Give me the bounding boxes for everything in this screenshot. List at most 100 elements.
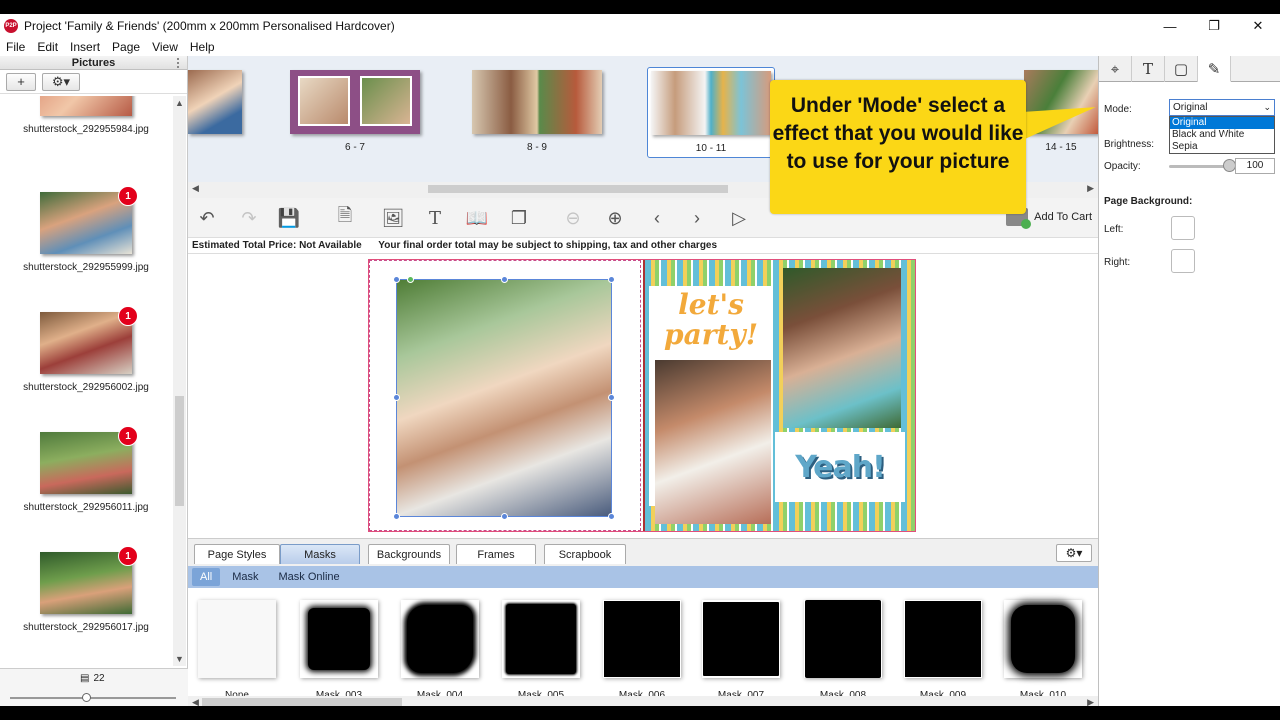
tab-frames[interactable]: Frames xyxy=(456,544,536,564)
opacity-input[interactable]: 100 xyxy=(1235,158,1275,174)
mask-item-none[interactable]: None xyxy=(198,600,276,701)
tab-crop[interactable]: ⌖ xyxy=(1099,56,1132,82)
photo-mother-daughter[interactable] xyxy=(783,268,901,428)
duplicate-button[interactable]: ❐ xyxy=(506,206,532,230)
pictures-header: Pictures xyxy=(0,56,187,70)
zoom-out-button[interactable]: ⊖ xyxy=(560,206,586,230)
mask-item[interactable]: Mask_010 xyxy=(1004,600,1082,701)
mask-item[interactable]: Mask_008 xyxy=(804,600,882,701)
resize-handle[interactable] xyxy=(608,394,615,401)
redo-button[interactable]: ↷ xyxy=(236,206,262,230)
minimize-button[interactable]: — xyxy=(1148,14,1192,38)
menu-file[interactable]: File xyxy=(0,40,31,54)
mask-ink xyxy=(1011,605,1075,673)
left-background-color[interactable] xyxy=(1171,216,1195,240)
next-page-button[interactable]: › xyxy=(684,206,710,230)
pictures-settings-button[interactable]: ⚙▾ xyxy=(42,72,80,91)
menu-edit[interactable]: Edit xyxy=(31,40,64,54)
scroll-left-icon[interactable]: ◀ xyxy=(192,697,199,706)
list-item[interactable]: 1 shutterstock_292956002.jpg xyxy=(0,306,172,393)
resize-handle[interactable] xyxy=(393,394,400,401)
scrollbar-thumb[interactable] xyxy=(175,396,184,506)
thumbnail-size-slider[interactable] xyxy=(10,697,176,699)
save-button[interactable]: 💾 xyxy=(276,206,302,230)
resize-handle[interactable] xyxy=(501,513,508,520)
right-page[interactable]: let's party! Yeah! xyxy=(643,260,915,531)
resize-handle[interactable] xyxy=(501,276,508,283)
resize-handle[interactable] xyxy=(393,276,400,283)
filter-all[interactable]: All xyxy=(192,568,221,586)
add-picture-button[interactable]: + xyxy=(6,72,36,91)
right-background-color[interactable] xyxy=(1171,249,1195,273)
filter-mask-online[interactable]: Mask Online xyxy=(271,568,348,586)
scroll-right-icon[interactable]: ▶ xyxy=(1087,697,1094,706)
mode-select[interactable]: Original ⌄ xyxy=(1169,99,1275,116)
insert-page-button[interactable]: 📖 xyxy=(464,206,490,230)
tab-text[interactable]: T xyxy=(1132,56,1165,82)
tab-masks[interactable]: Masks xyxy=(280,544,360,564)
resize-handle[interactable] xyxy=(608,276,615,283)
resize-handle[interactable] xyxy=(608,513,615,520)
tabs-settings-button[interactable]: ⚙▾ xyxy=(1056,544,1092,562)
spread-thumbnail[interactable] xyxy=(188,70,242,142)
mode-option-original[interactable]: Original xyxy=(1170,117,1274,129)
yeah-sticker[interactable]: Yeah! xyxy=(795,450,886,485)
mask-item[interactable]: Mask_006 xyxy=(603,600,681,701)
add-image-button[interactable]: 🖼 xyxy=(380,206,406,230)
spread-thumbnail[interactable]: 6 - 7 xyxy=(290,70,420,153)
scroll-right-icon[interactable]: ▶ xyxy=(1087,183,1094,194)
spread-image xyxy=(472,70,602,134)
mask-item[interactable]: Mask_004 xyxy=(401,600,479,701)
mask-item[interactable]: Mask_005 xyxy=(502,600,580,701)
photo-mother-baby[interactable] xyxy=(655,360,771,524)
mask-ink xyxy=(703,602,779,676)
resize-handle[interactable] xyxy=(393,513,400,520)
menu-help[interactable]: Help xyxy=(184,40,221,54)
chevron-right-icon: › xyxy=(694,207,700,228)
previous-page-button[interactable]: ‹ xyxy=(644,206,670,230)
selected-photo[interactable] xyxy=(393,276,615,520)
add-text-button[interactable]: T xyxy=(422,206,448,230)
scroll-down-icon[interactable]: ▼ xyxy=(175,654,184,664)
tab-frame[interactable]: ▢ xyxy=(1165,56,1198,82)
menu-insert[interactable]: Insert xyxy=(64,40,106,54)
undo-button[interactable]: ↶ xyxy=(194,206,220,230)
lets-party-sticker[interactable]: let's party! xyxy=(655,290,767,360)
slider-knob[interactable] xyxy=(82,693,91,702)
scroll-up-icon[interactable]: ▲ xyxy=(175,98,184,108)
rotate-handle[interactable] xyxy=(407,276,414,283)
panel-grip-icon[interactable] xyxy=(177,58,183,68)
list-item[interactable]: 1 shutterstock_292955999.jpg xyxy=(0,186,172,273)
zoom-in-icon: ⊕ xyxy=(607,207,623,228)
mask-item[interactable]: Mask_009 xyxy=(904,600,982,701)
filter-mask[interactable]: Mask xyxy=(224,568,266,586)
list-item[interactable]: 1 shutterstock_292956017.jpg xyxy=(0,546,172,633)
tab-backgrounds[interactable]: Backgrounds xyxy=(368,544,450,564)
pictures-scrollbar[interactable]: ▲ ▼ xyxy=(173,96,186,666)
text-icon: T xyxy=(1142,60,1153,78)
scrollbar-thumb[interactable] xyxy=(202,698,402,706)
tab-scrapbook[interactable]: Scrapbook xyxy=(544,544,626,564)
brightness-label: Brightness: xyxy=(1104,139,1155,150)
mask-gallery-scrollbar[interactable]: ◀ ▶ xyxy=(188,696,1098,706)
new-page-button[interactable]: 🗎 xyxy=(332,205,358,230)
opacity-slider[interactable] xyxy=(1169,165,1231,168)
tab-page-styles[interactable]: Page Styles xyxy=(194,544,280,564)
scrollbar-thumb[interactable] xyxy=(428,185,728,193)
zoom-in-button[interactable]: ⊕ xyxy=(602,206,628,230)
mask-item[interactable]: Mask_007 xyxy=(702,600,780,701)
preview-button[interactable]: ▷ xyxy=(726,206,752,230)
list-item[interactable]: shutterstock_292955984.jpg xyxy=(0,96,172,135)
tab-effects[interactable]: ✎ xyxy=(1198,56,1231,82)
spread-thumbnail-selected[interactable]: 10 - 11 xyxy=(647,67,775,158)
spread-thumbnail[interactable]: 8 - 9 xyxy=(472,70,602,153)
left-page[interactable] xyxy=(369,260,641,531)
scroll-left-icon[interactable]: ◀ xyxy=(192,183,199,194)
menu-view[interactable]: View xyxy=(146,40,184,54)
undo-icon: ↶ xyxy=(199,207,215,228)
menu-page[interactable]: Page xyxy=(106,40,146,54)
list-item[interactable]: 1 shutterstock_292956011.jpg xyxy=(0,426,172,513)
mask-item[interactable]: Mask_003 xyxy=(300,600,378,701)
close-button[interactable]: ✕ xyxy=(1236,14,1280,38)
restore-button[interactable]: ❐ xyxy=(1192,14,1236,38)
